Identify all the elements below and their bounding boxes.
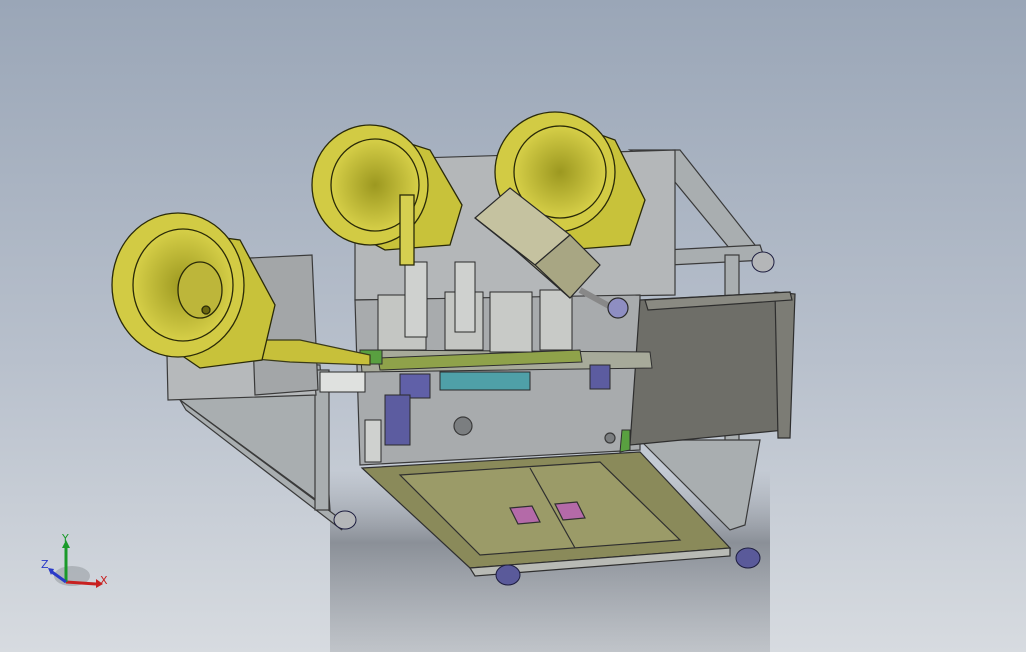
vibratory-bowl-center[interactable] — [311, 124, 463, 266]
graphics-viewport[interactable]: X Y Z — [0, 0, 1026, 652]
z-axis-label: Z — [41, 558, 49, 571]
y-axis-label: Y — [62, 532, 69, 545]
control-panel[interactable] — [629, 291, 796, 446]
axis-triad: X Y Z — [36, 532, 116, 602]
vibratory-bowl-left[interactable] — [111, 212, 276, 369]
x-axis-label: X — [100, 574, 108, 587]
x-axis-arrow — [65, 580, 97, 586]
cad-model[interactable] — [0, 0, 1026, 652]
